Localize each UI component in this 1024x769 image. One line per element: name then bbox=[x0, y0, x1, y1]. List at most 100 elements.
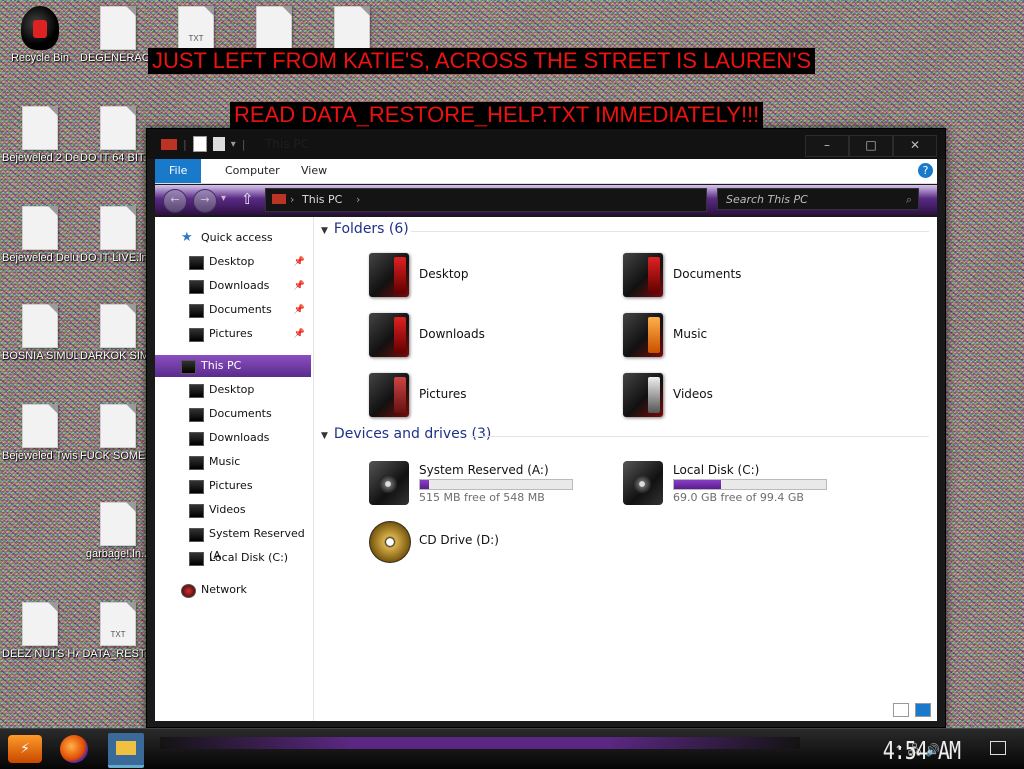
pin-icon[interactable]: 📌 bbox=[294, 251, 305, 273]
desktop-file-icon[interactable]: DO IT 64 BIT.lnk.LAU... bbox=[80, 106, 156, 165]
drive-icon bbox=[189, 552, 204, 566]
main-view: ▼ Folders (6) Desktop Documents Downloads Mu… bbox=[321, 217, 937, 721]
folder-music[interactable]: Music bbox=[623, 313, 853, 365]
details-view-icon[interactable] bbox=[893, 703, 909, 717]
sidebar-item-local-disk-c[interactable]: Local Disk (C:) bbox=[155, 547, 311, 569]
sidebar-item-label: Pictures bbox=[209, 479, 253, 492]
properties-icon[interactable] bbox=[192, 136, 207, 152]
sidebar-item-system-reserved-a[interactable]: System Reserved (A bbox=[155, 523, 311, 562]
minimize-button[interactable]: – bbox=[805, 135, 849, 157]
sidebar-item-downloads[interactable]: Downloads 📌 bbox=[155, 275, 311, 297]
divider bbox=[411, 231, 929, 232]
large-icons-view-icon[interactable] bbox=[915, 703, 931, 717]
sidebar-item-music[interactable]: Music bbox=[155, 451, 311, 473]
drive-label: Local Disk (C:) bbox=[673, 463, 760, 477]
file-explorer-icon[interactable] bbox=[108, 733, 144, 768]
desktop-folder-icon bbox=[369, 253, 409, 297]
maximize-button[interactable]: □ bbox=[849, 135, 893, 157]
file-icon: TXT bbox=[178, 6, 214, 50]
help-icon[interactable]: ? bbox=[918, 163, 933, 178]
desktop-file-icon[interactable]: BOSNIA SIMULATOR.... bbox=[2, 304, 78, 363]
folder-videos[interactable]: Videos bbox=[623, 373, 853, 425]
file-type-label: TXT bbox=[188, 34, 204, 43]
new-folder-icon[interactable] bbox=[212, 137, 225, 151]
desktop-file-icon[interactable]: garbage!.ln... bbox=[80, 502, 156, 561]
sidebar-item-label: Downloads bbox=[209, 431, 270, 444]
chevron-down-icon: ▼ bbox=[321, 226, 328, 236]
search-placeholder: Search This PC bbox=[726, 193, 808, 206]
group-header-folders[interactable]: ▼ Folders (6) bbox=[321, 221, 409, 237]
forward-button[interactable]: → bbox=[193, 189, 217, 213]
downloads-icon bbox=[189, 280, 204, 294]
sidebar-item-network[interactable]: Network bbox=[155, 579, 311, 601]
desktop-file-icon[interactable]: Bejeweled Twist.lnk.LA... bbox=[2, 404, 78, 463]
firefox-icon[interactable] bbox=[60, 735, 88, 763]
desktop-file-icon[interactable]: FUCK SOME ELVES.lnk.L... bbox=[80, 404, 156, 463]
address-bar[interactable]: › This PC › bbox=[265, 188, 707, 212]
folder-downloads[interactable]: Downloads bbox=[369, 313, 599, 365]
sidebar-item-pictures[interactable]: Pictures 📌 bbox=[155, 323, 311, 345]
pin-icon[interactable]: 📌 bbox=[294, 275, 305, 297]
sidebar-item-this-pc[interactable]: This PC bbox=[155, 355, 311, 377]
file-icon bbox=[22, 206, 58, 250]
search-icon[interactable]: ⌕ bbox=[906, 189, 912, 211]
pin-icon[interactable]: 📌 bbox=[294, 299, 305, 321]
clock[interactable]: 4:54 AM bbox=[883, 735, 961, 765]
file-icon bbox=[22, 106, 58, 150]
file-icon bbox=[22, 602, 58, 646]
desktop-file-icon[interactable]: Bejeweled 2 Deluxe.lnk.L... bbox=[2, 106, 78, 165]
sidebar-item-videos[interactable]: Videos bbox=[155, 499, 311, 521]
recycle-bin-icon[interactable]: Recycle Bin bbox=[2, 6, 78, 65]
sidebar-item-label: Documents bbox=[209, 303, 272, 316]
back-button[interactable]: ← bbox=[163, 189, 187, 213]
sidebar-item-label: Videos bbox=[209, 503, 246, 516]
sidebar-item-pictures[interactable]: Pictures bbox=[155, 475, 311, 497]
tab-file[interactable]: File bbox=[155, 159, 202, 183]
recent-locations-chevron-icon[interactable]: ▾ bbox=[221, 193, 226, 204]
sidebar-item-downloads[interactable]: Downloads bbox=[155, 427, 311, 449]
close-button[interactable]: ✕ bbox=[893, 135, 937, 157]
sidebar-item-label: Local Disk (C:) bbox=[209, 551, 289, 564]
desktop-file-icon[interactable]: DO IT LIVE.lnk.LA... bbox=[80, 206, 156, 265]
drive-item[interactable]: Local Disk (C:) 69.0 GB free of 99.4 GB bbox=[623, 461, 863, 517]
documents-icon bbox=[189, 304, 204, 318]
group-header-drives[interactable]: ▼ Devices and drives (3) bbox=[321, 426, 491, 442]
search-input[interactable]: Search This PC ⌕ bbox=[717, 188, 919, 210]
folder-desktop[interactable]: Desktop bbox=[369, 253, 599, 305]
desktop-file-icon[interactable]: DEEZ NUTS HAH GOTTI... bbox=[2, 602, 78, 661]
sidebar-item-desktop[interactable]: Desktop 📌 bbox=[155, 251, 311, 273]
up-button[interactable]: ⇧ bbox=[241, 190, 254, 208]
desktop-file-icon[interactable]: Bejeweled Deluxe.lnk.L... bbox=[2, 206, 78, 265]
sidebar-item-documents[interactable]: Documents bbox=[155, 403, 311, 425]
desktop-banner-bottom: READ DATA_RESTORE_HELP.TXT IMMEDIATELY!!… bbox=[230, 102, 764, 128]
breadcrumb-separator[interactable]: › bbox=[356, 189, 360, 211]
breadcrumb-this-pc[interactable]: This PC bbox=[302, 189, 342, 211]
desktop-icon-label: FUCK SOME ELVES.lnk.L... bbox=[80, 450, 156, 462]
sidebar-item-desktop[interactable]: Desktop bbox=[155, 379, 311, 401]
tab-view[interactable]: View bbox=[287, 159, 341, 183]
pin-icon[interactable]: 📌 bbox=[294, 323, 305, 345]
start-button[interactable]: ⚡ bbox=[8, 735, 42, 763]
drive-label: CD Drive (D:) bbox=[419, 533, 499, 547]
folder-label: Downloads bbox=[419, 327, 485, 341]
file-icon bbox=[256, 6, 292, 50]
drive-item[interactable]: System Reserved (A:) 515 MB free of 548 M… bbox=[369, 461, 609, 517]
drive-item[interactable]: CD Drive (D:) bbox=[369, 521, 609, 577]
file-icon: TXT bbox=[100, 602, 136, 646]
cd-drive-icon bbox=[369, 521, 411, 563]
sidebar-item-quick-access[interactable]: ★ Quick access bbox=[155, 227, 311, 249]
desktop-icon-label: garbage!.ln... bbox=[85, 548, 151, 560]
folder-art bbox=[394, 317, 406, 353]
desktop-file-icon[interactable]: DEGENERACY SIMULATOR bbox=[80, 6, 156, 65]
folder-pictures[interactable]: Pictures bbox=[369, 373, 599, 425]
ribbon-tabs: File Computer View ? bbox=[155, 159, 937, 184]
customize-qat-chevron-icon[interactable]: ▾ bbox=[231, 139, 236, 150]
tab-computer[interactable]: Computer bbox=[211, 159, 294, 183]
desktop-file-icon[interactable]: TXT DATA_REST... bbox=[80, 602, 156, 661]
notification-icon[interactable] bbox=[990, 741, 1006, 755]
sidebar-item-label: Downloads bbox=[209, 279, 270, 292]
sidebar-item-documents[interactable]: Documents 📌 bbox=[155, 299, 311, 321]
separator: | bbox=[183, 137, 187, 151]
desktop-file-icon[interactable]: DARKOK SIMULATOR.... bbox=[80, 304, 156, 363]
folder-documents[interactable]: Documents bbox=[623, 253, 853, 305]
